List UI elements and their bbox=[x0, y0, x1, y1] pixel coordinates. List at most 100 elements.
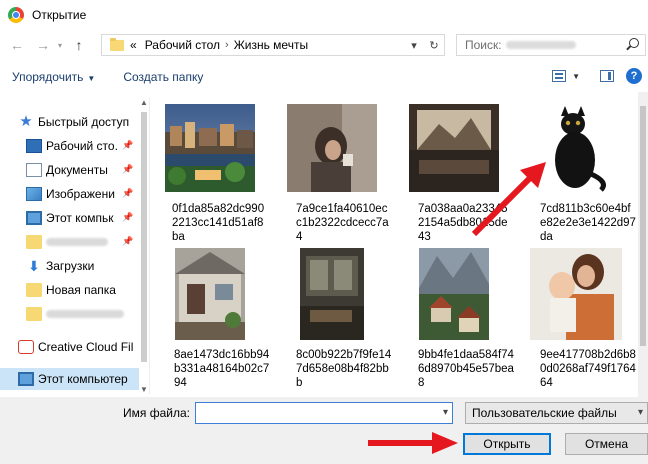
open-button[interactable]: Открыть bbox=[463, 433, 551, 455]
help-icon[interactable]: ? bbox=[626, 68, 642, 84]
file-thumbnail[interactable] bbox=[152, 246, 268, 342]
search-input[interactable]: Поиск: bbox=[456, 34, 646, 56]
file-name: 9bb4fe1daa584f746d8970b45e57bea8 bbox=[418, 349, 514, 389]
sidebar-item-creative-cloud[interactable]: Creative Cloud Fil bbox=[18, 336, 149, 358]
file-item[interactable]: 9ee417708b2d6b80d0268af749f176464 bbox=[518, 246, 636, 396]
sidebar-item-pictures[interactable]: Изображени 📌 bbox=[26, 183, 140, 205]
file-item[interactable]: 9bb4fe1daa584f746d8970b45e57bea8 bbox=[396, 246, 514, 396]
breadcrumb-current-folder[interactable]: Жизнь мечты bbox=[234, 38, 308, 52]
sidebar-item-this-pc[interactable]: Этот компьютер bbox=[0, 368, 139, 390]
file-list: 0f1da85a82dc9902213cc141d51af8ba 7a9ce1f… bbox=[152, 92, 648, 397]
file-thumbnail[interactable] bbox=[152, 100, 268, 196]
computer-icon bbox=[18, 372, 34, 386]
file-item[interactable]: 7a9ce1fa40610ecc1b2322cdcecc7a4 bbox=[274, 100, 390, 250]
chevron-down-icon[interactable]: ▾ bbox=[54, 34, 66, 56]
file-name: 0f1da85a82dc9902213cc141d51af8ba bbox=[172, 203, 265, 243]
folder-icon bbox=[26, 283, 42, 297]
sidebar-item-new-folder[interactable]: Новая папка bbox=[26, 279, 140, 301]
chevron-down-icon[interactable]: ▾ bbox=[404, 39, 424, 52]
filename-label: Имя файла: bbox=[123, 406, 190, 420]
file-item[interactable]: 0f1da85a82dc9902213cc141d51af8ba bbox=[152, 100, 268, 250]
sidebar-scrollbar[interactable]: ▲ ▼ bbox=[139, 98, 149, 394]
folder-icon bbox=[26, 307, 42, 321]
file-thumbnail[interactable] bbox=[274, 246, 390, 342]
file-name: 9ee417708b2d6b80d0268af749f176464 bbox=[540, 349, 636, 389]
search-placeholder: Поиск: bbox=[465, 38, 502, 52]
woman-coffee-photo bbox=[287, 104, 377, 192]
download-icon: ⬇ bbox=[28, 258, 40, 274]
sidebar-item-this-pc-pinned[interactable]: Этот компьк 📌 bbox=[26, 207, 140, 229]
chevron-down-icon: ▾ bbox=[637, 407, 643, 418]
sidebar-item-documents[interactable]: Документы 📌 bbox=[26, 159, 140, 181]
pin-icon: 📌 bbox=[122, 164, 134, 174]
sidebar-item-label: Изображени bbox=[46, 187, 115, 201]
chrome-icon bbox=[8, 7, 24, 23]
sidebar-item-folder[interactable]: 📌 bbox=[26, 231, 140, 253]
content-scrollbar[interactable] bbox=[638, 92, 648, 397]
file-thumbnail[interactable] bbox=[274, 100, 390, 196]
sidebar-item-label: Этот компьютер bbox=[38, 372, 128, 386]
pin-icon: 📌 bbox=[122, 212, 134, 222]
sidebar-item-desktop[interactable]: Рабочий сто. 📌 bbox=[26, 135, 140, 157]
pictures-icon bbox=[26, 187, 42, 201]
alpine-village-photo bbox=[419, 248, 489, 340]
chevron-down-icon[interactable]: ▾ bbox=[443, 407, 448, 418]
organize-button[interactable]: Упорядочить ▼ bbox=[12, 70, 95, 84]
new-folder-button[interactable]: Создать папку bbox=[123, 70, 203, 84]
blurred-text bbox=[505, 41, 576, 49]
mother-child-photo bbox=[530, 248, 622, 340]
file-name: 7a9ce1fa40610ecc1b2322cdcecc7a4 bbox=[296, 203, 389, 243]
folder-icon bbox=[26, 235, 42, 249]
refresh-icon[interactable]: ↻ bbox=[424, 39, 444, 52]
creative-cloud-icon bbox=[18, 340, 34, 354]
arrow-left-icon[interactable]: ← bbox=[6, 34, 28, 56]
sidebar-item-label: Рабочий сто. bbox=[46, 139, 118, 153]
arrow-up-icon[interactable]: ↑ bbox=[68, 34, 90, 56]
pin-icon: 📌 bbox=[122, 140, 134, 150]
file-item[interactable]: 8c00b922b7f9fe147d658e08b4f82bbb bbox=[274, 246, 391, 396]
star-icon: ★ bbox=[19, 113, 33, 130]
pin-icon: 📌 bbox=[122, 188, 134, 198]
chevron-down-icon[interactable]: ▼ bbox=[572, 72, 580, 81]
navigation-pane: ★ Быстрый доступ Рабочий сто. 📌 Документ… bbox=[0, 98, 150, 394]
documents-icon bbox=[26, 163, 42, 177]
blurred-text bbox=[46, 238, 108, 246]
command-bar: Упорядочить ▼ Создать папку ▼ ? bbox=[0, 62, 648, 92]
window-title: Открытие bbox=[32, 8, 87, 22]
file-name: 8ae1473dc16bb94b331a48164b02c794 bbox=[174, 349, 270, 389]
arrow-right-icon[interactable]: → bbox=[32, 34, 54, 56]
computer-icon bbox=[26, 211, 42, 225]
filename-input[interactable]: ▾ bbox=[195, 402, 453, 424]
file-type-select[interactable]: Пользовательские файлы ▾ bbox=[465, 402, 648, 424]
sidebar-item-downloads[interactable]: ⬇ Загрузки bbox=[26, 255, 140, 277]
title-bar: Открытие bbox=[0, 0, 648, 30]
house-porch-photo bbox=[175, 248, 245, 340]
sidebar-item-folder-2[interactable] bbox=[26, 303, 140, 325]
view-options-icon[interactable] bbox=[552, 70, 567, 82]
scrollbar-thumb[interactable] bbox=[640, 106, 646, 346]
preview-pane-icon[interactable] bbox=[600, 70, 614, 82]
breadcrumb-overflow[interactable]: « bbox=[130, 38, 137, 52]
file-thumbnail[interactable] bbox=[396, 246, 512, 342]
city-photo bbox=[165, 104, 255, 192]
scroll-down-icon[interactable]: ▼ bbox=[140, 385, 148, 394]
file-thumbnail[interactable] bbox=[518, 246, 634, 342]
sidebar-item-quick-access[interactable]: ★ Быстрый доступ bbox=[18, 111, 149, 133]
search-icon[interactable] bbox=[629, 38, 639, 48]
navigation-bar: ← → ▾ ↑ « Рабочий стол › Жизнь мечты ▾ ↻… bbox=[0, 30, 648, 60]
sidebar-item-label: Creative Cloud Fil bbox=[38, 340, 134, 354]
breadcrumb-desktop[interactable]: Рабочий стол bbox=[145, 38, 220, 52]
organize-label: Упорядочить bbox=[12, 70, 84, 84]
sidebar-item-label: Документы bbox=[46, 163, 108, 177]
address-bar[interactable]: « Рабочий стол › Жизнь мечты ▾ ↻ bbox=[101, 34, 445, 56]
scrollbar-thumb[interactable] bbox=[141, 112, 147, 362]
interior-room-photo bbox=[300, 248, 364, 340]
chevron-right-icon[interactable]: › bbox=[225, 39, 229, 51]
sidebar-item-label: Быстрый доступ bbox=[38, 115, 130, 129]
scroll-up-icon[interactable]: ▲ bbox=[140, 98, 148, 107]
file-item[interactable]: 8ae1473dc16bb94b331a48164b02c794 bbox=[152, 246, 270, 396]
cancel-button[interactable]: Отмена bbox=[565, 433, 648, 455]
file-name-line: 43 bbox=[418, 231, 431, 243]
file-type-value: Пользовательские файлы bbox=[472, 406, 617, 420]
chevron-down-icon: ▼ bbox=[87, 74, 96, 83]
